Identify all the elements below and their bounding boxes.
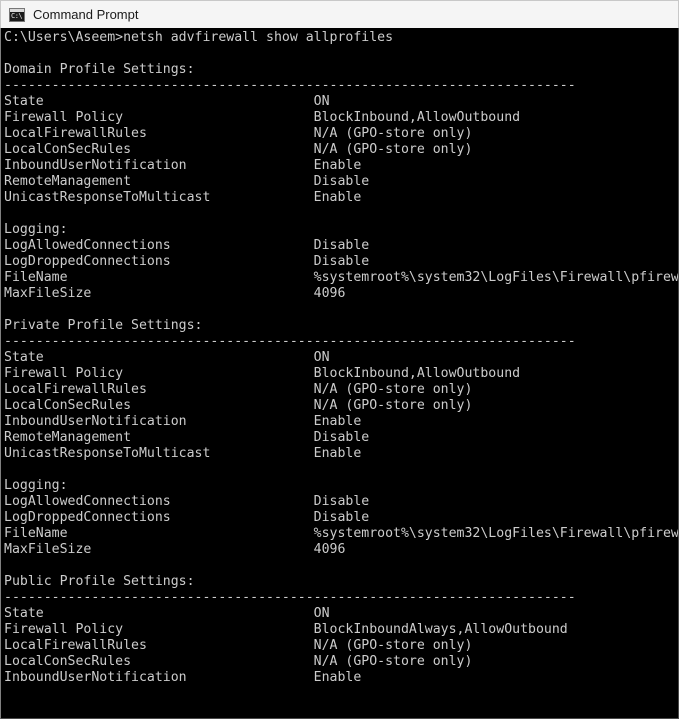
titlebar[interactable]: C:\ Command Prompt <box>0 0 679 28</box>
command-prompt-icon: C:\ <box>9 7 25 22</box>
window-title: Command Prompt <box>33 6 139 22</box>
icon-prompt-glyph: C:\ <box>11 11 23 20</box>
command-prompt-window: C:\ Command Prompt C:\Users\Aseem>netsh … <box>0 0 679 719</box>
console-text: C:\Users\Aseem>netsh advfirewall show al… <box>4 30 679 685</box>
console-output-area[interactable]: C:\Users\Aseem>netsh advfirewall show al… <box>0 28 679 719</box>
